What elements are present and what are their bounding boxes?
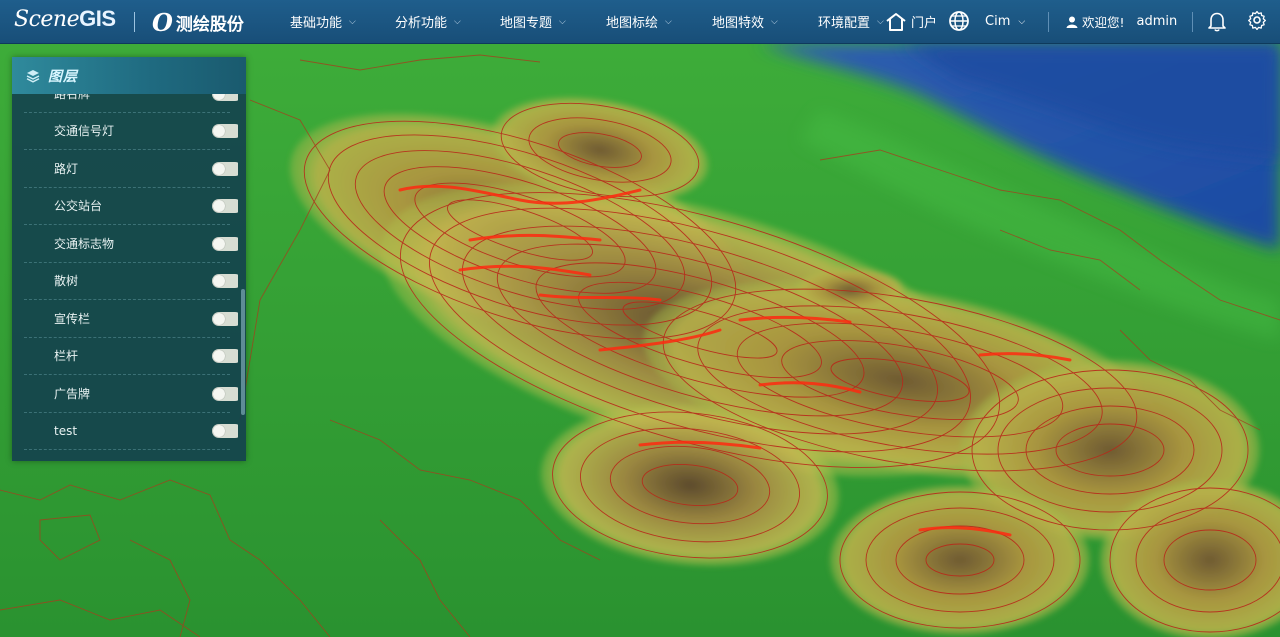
nav-label: 环境配置	[818, 16, 871, 31]
nav-label: 基础功能	[290, 16, 343, 31]
home-icon	[886, 12, 906, 31]
nav-analysis-functions[interactable]: 分析功能 ⌵	[395, 0, 461, 43]
chevron-down-icon: ⌵	[454, 16, 461, 27]
welcome-text: 欢迎您!	[1082, 15, 1125, 30]
nav-map-effects[interactable]: 地图特效 ⌵	[712, 0, 778, 43]
chevron-down-icon: ⌵	[349, 16, 356, 27]
portal-label: 门户	[911, 16, 938, 31]
nav-map-themes[interactable]: 地图专题 ⌵	[500, 0, 566, 43]
scene-selector[interactable]: Cim ⌵	[985, 0, 1025, 43]
user-icon	[1066, 16, 1078, 28]
nav-basic-functions[interactable]: 基础功能 ⌵	[290, 0, 356, 43]
logo-scene-text: Scene	[14, 7, 80, 32]
nav-label: 地图特效	[712, 16, 765, 31]
globe-icon[interactable]	[948, 10, 970, 32]
layer-item[interactable]: 散树	[24, 262, 238, 300]
layer-visibility-toggle[interactable]	[212, 162, 238, 176]
company-logo: O 测绘股份	[152, 7, 244, 37]
layer-visibility-toggle[interactable]	[212, 387, 238, 401]
layer-item[interactable]: 宣传栏	[24, 300, 238, 338]
layer-item[interactable]: 交通信号灯	[24, 112, 238, 150]
header-divider	[1048, 12, 1049, 32]
layer-item[interactable]: test	[24, 412, 238, 450]
layer-visibility-toggle[interactable]	[212, 349, 238, 363]
scenegis-logo: SceneGIS	[14, 6, 116, 32]
layer-list[interactable]: 路名牌 交通信号灯 路灯 公交站台 交通标志物 散树 宣传栏 栏杆 广告牌 te…	[12, 94, 238, 461]
layer-visibility-toggle[interactable]	[212, 424, 238, 438]
layer-panel: 图层 路名牌 交通信号灯 路灯 公交站台 交通标志物 散树 宣传栏 栏杆 广告牌…	[12, 57, 246, 461]
layer-visibility-toggle[interactable]	[212, 312, 238, 326]
nav-label: 分析功能	[395, 16, 448, 31]
username: admin	[1136, 14, 1178, 29]
chevron-down-icon: ⌵	[771, 16, 778, 27]
header-divider	[1192, 12, 1193, 32]
layer-item-label: test	[54, 423, 78, 438]
layer-item-label: 宣传栏	[54, 312, 91, 326]
chevron-down-icon: ⌵	[1018, 16, 1026, 27]
layer-panel-header[interactable]: 图层	[12, 57, 246, 94]
layer-visibility-toggle[interactable]	[212, 199, 238, 213]
chevron-down-icon: ⌵	[877, 16, 884, 27]
gear-icon[interactable]	[1247, 10, 1267, 30]
layer-item-label: 公交站台	[54, 199, 103, 213]
logo-gis-text: GIS	[79, 6, 116, 31]
layer-panel-title: 图层	[48, 68, 78, 85]
top-navigation-bar: SceneGIS O 测绘股份 基础功能 ⌵ 分析功能 ⌵ 地图专题 ⌵ 地图标绘 ⌵ …	[0, 0, 1280, 44]
nav-environment-config[interactable]: 环境配置 ⌵	[818, 0, 884, 43]
layer-item[interactable]: 路灯	[24, 150, 238, 188]
nav-map-annotation[interactable]: 地图标绘 ⌵	[606, 0, 672, 43]
nav-label: 地图专题	[500, 16, 553, 31]
chevron-down-icon: ⌵	[665, 16, 672, 27]
scene-selector-value: Cim	[985, 14, 1011, 29]
layer-item-label: 交通标志物	[54, 237, 115, 251]
layer-visibility-toggle[interactable]	[212, 237, 238, 251]
user-menu[interactable]: 欢迎您! admin	[1066, 0, 1177, 43]
layer-visibility-toggle[interactable]	[212, 274, 238, 288]
layer-item-label: 路名牌	[54, 94, 91, 101]
layer-item-label: 散树	[54, 274, 79, 288]
layer-item-label: 广告牌	[54, 387, 91, 401]
layer-item[interactable]: 公交站台	[24, 187, 238, 225]
layer-item[interactable]: 路名牌	[24, 94, 238, 113]
layer-visibility-toggle[interactable]	[212, 94, 238, 101]
layer-item-label: 交通信号灯	[54, 124, 115, 138]
layer-item-label: 栏杆	[54, 349, 79, 363]
company-name: 测绘股份	[175, 14, 244, 35]
nav-label: 地图标绘	[606, 16, 659, 31]
chevron-down-icon: ⌵	[559, 16, 566, 27]
layer-item[interactable]: 广告牌	[24, 375, 238, 413]
company-logo-mark: O	[152, 7, 173, 37]
layers-icon	[26, 69, 40, 83]
bell-icon[interactable]	[1207, 10, 1227, 32]
portal-link[interactable]: 门户	[885, 0, 937, 43]
layer-item-label: 路灯	[54, 162, 79, 176]
logo-divider	[134, 12, 135, 32]
layer-item[interactable]: 交通标志物	[24, 225, 238, 263]
layer-item[interactable]	[24, 450, 230, 461]
layer-list-scrollbar[interactable]	[241, 289, 245, 415]
layer-item[interactable]: 栏杆	[24, 337, 238, 375]
layer-visibility-toggle[interactable]	[212, 124, 238, 138]
